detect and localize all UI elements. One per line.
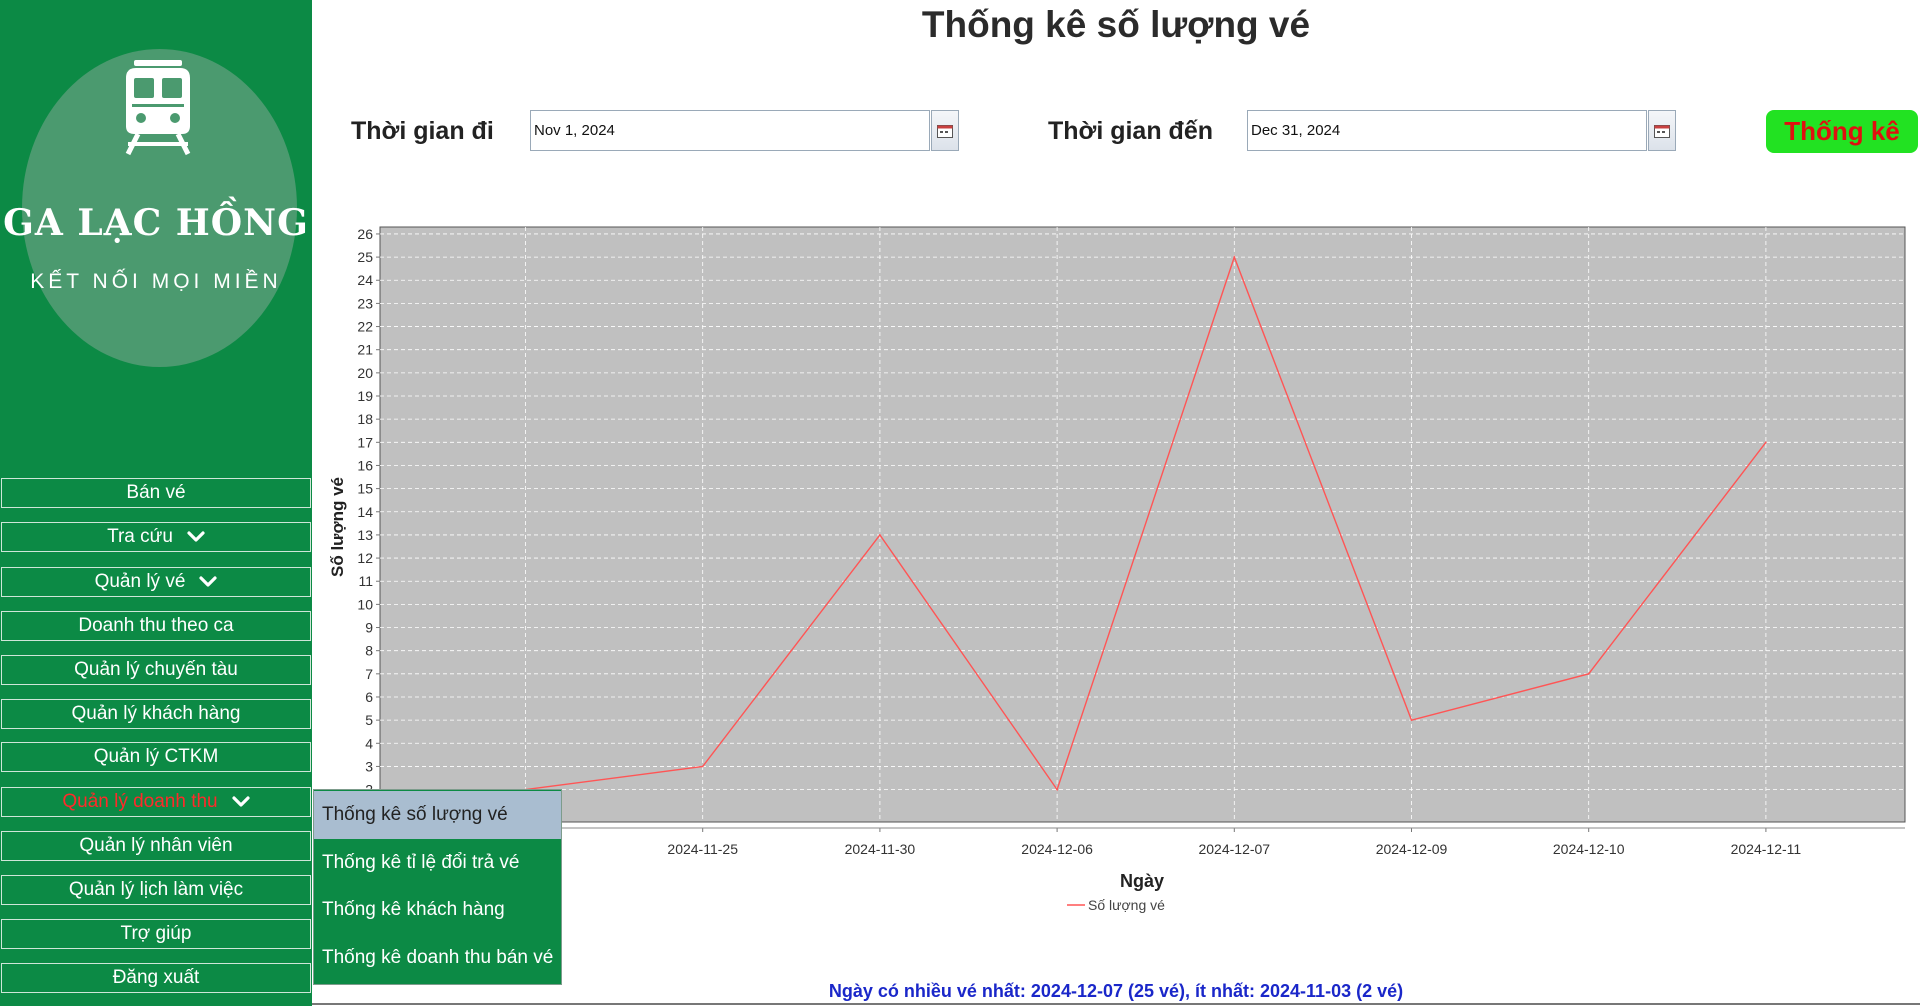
y-tick-label: 9 <box>365 620 373 636</box>
summary-note: Ngày có nhiều vé nhất: 2024-12-07 (25 vé… <box>828 981 1404 1001</box>
sidebar-menu-item[interactable]: Doanh thu theo ca <box>1 611 311 641</box>
sidebar: GA LẠC HỒNG KẾT NỐI MỌI MIỀN Bán vé Tra c… <box>0 0 312 1006</box>
stats-button[interactable]: Thống kê <box>1766 110 1918 153</box>
submenu-item[interactable]: Thống kê số lượng vé <box>314 791 561 839</box>
y-tick-label: 14 <box>357 504 373 520</box>
sidebar-menu-item[interactable]: Bán vé <box>1 478 311 508</box>
data-point <box>701 765 704 768</box>
y-tick-label: 17 <box>357 434 373 450</box>
y-tick-label: 26 <box>357 226 373 242</box>
sidebar-menu-item-label: Quản lý CTKM <box>93 746 219 767</box>
from-date-label: Thời gian đi <box>351 117 494 145</box>
y-tick-label: 19 <box>357 388 373 404</box>
to-date-calendar-button[interactable] <box>1648 110 1676 151</box>
x-tick-label: 2024-12-11 <box>1731 841 1802 857</box>
x-tick-label: 2024-12-06 <box>1021 841 1093 857</box>
data-point <box>1410 719 1413 721</box>
sidebar-menu-item[interactable]: Quản lý lịch làm việc <box>1 875 311 905</box>
x-tick-label: 2024-11-25 <box>667 841 738 857</box>
y-tick-label: 21 <box>357 342 373 358</box>
y-tick-label: 4 <box>365 735 373 751</box>
y-tick-label: 13 <box>357 527 373 543</box>
sidebar-menu-item[interactable]: Đăng xuất <box>1 963 311 993</box>
to-date-label: Thời gian đến <box>1048 117 1213 145</box>
page-title: Thống kê số lượng vé <box>921 4 1311 45</box>
submenu-item[interactable]: Thống kê khách hàng <box>314 886 561 934</box>
y-tick-label: 15 <box>357 481 373 497</box>
sidebar-menu-item[interactable]: Quản lý CTKM <box>1 742 311 772</box>
x-tick-label: 2024-12-07 <box>1198 841 1270 857</box>
sidebar-menu-item-label: Tra cứu <box>107 526 173 547</box>
chevron-down-icon <box>187 531 205 542</box>
sidebar-menu-item[interactable]: Quản lý doanh thu <box>1 787 311 817</box>
y-tick-label: 18 <box>357 411 373 427</box>
sidebar-menu-item-label: Bán vé <box>126 482 186 503</box>
sidebar-menu-item[interactable]: Tra cứu <box>1 522 311 552</box>
y-tick-label: 22 <box>357 319 373 335</box>
y-tick-label: 8 <box>365 643 373 659</box>
y-tick-label: 6 <box>365 689 373 705</box>
sidebar-menu-item-label: Đăng xuất <box>112 967 200 988</box>
train-icon <box>125 60 191 156</box>
y-tick-label: 3 <box>365 758 373 774</box>
app-window: GA LẠC HỒNG KẾT NỐI MỌI MIỀN Bán vé Tra c… <box>0 0 1920 1006</box>
to-date-input[interactable]: Dec 31, 2024 <box>1247 110 1647 151</box>
plot-area <box>379 226 1906 823</box>
sidebar-menu-item-label: Quản lý chuyến tàu <box>74 659 238 680</box>
y-axis-label: Số lượng vé <box>328 477 347 577</box>
data-point <box>1056 788 1058 791</box>
submenu-item[interactable]: Thống kê doanh thu bán vé <box>314 934 561 982</box>
calendar-icon <box>937 124 953 138</box>
sidebar-menu-item-label: Quản lý nhân viên <box>79 835 233 856</box>
y-tick-label: 20 <box>357 365 373 381</box>
y-tick-label: 7 <box>365 666 373 682</box>
sidebar-menu-item[interactable]: Quản lý vé <box>1 567 311 597</box>
sidebar-menu-item-label: Doanh thu theo ca <box>78 615 234 636</box>
y-tick-label: 10 <box>357 596 373 612</box>
x-tick-label: 2024-11-30 <box>845 841 916 857</box>
sidebar-menu-item-label: Trợ giúp <box>120 923 192 944</box>
sidebar-menu-item-label: Quản lý lịch làm việc <box>68 879 244 900</box>
y-tick-label: 12 <box>357 550 373 566</box>
legend-label: Số lượng vé <box>1088 897 1165 913</box>
sidebar-menu-item-label: Quản lý khách hàng <box>71 703 241 724</box>
data-point <box>879 534 881 536</box>
y-tick-label: 23 <box>357 295 373 311</box>
from-date-calendar-button[interactable] <box>931 110 959 151</box>
brand-name: GA LẠC HỒNG <box>3 202 309 244</box>
brand-slogan: KẾT NỐI MỌI MIỀN <box>30 270 282 293</box>
y-tick-label: 24 <box>357 272 373 288</box>
y-tick-label: 16 <box>357 457 373 473</box>
revenue-submenu: Thống kê số lượng vé Thống kê tỉ lệ đổi t… <box>313 789 562 985</box>
sidebar-menu-item[interactable]: Quản lý chuyến tàu <box>1 655 311 685</box>
from-date-input[interactable]: Nov 1, 2024 <box>530 110 930 151</box>
chevron-down-icon <box>199 576 218 587</box>
y-tick-label: 5 <box>365 712 373 728</box>
calendar-icon <box>1654 124 1670 138</box>
sidebar-menu-item[interactable]: Trợ giúp <box>1 919 311 949</box>
data-point <box>1587 673 1590 675</box>
sidebar-menu-item-label: Quản lý vé <box>94 571 186 592</box>
y-tick-label: 25 <box>357 249 373 265</box>
sidebar-menu-item[interactable]: Quản lý nhân viên <box>1 831 311 861</box>
x-tick-label: 2024-12-10 <box>1553 841 1625 857</box>
y-tick-label: 11 <box>358 573 373 589</box>
bottom-divider <box>312 1003 1920 1005</box>
x-axis-label: Ngày <box>1120 871 1164 891</box>
data-point <box>1765 441 1767 444</box>
sidebar-menu-item[interactable]: Quản lý khách hàng <box>1 699 311 729</box>
data-point <box>1233 256 1236 258</box>
sidebar-menu-item-label: Quản lý doanh thu <box>62 791 218 812</box>
x-tick-label: 2024-12-09 <box>1376 841 1448 857</box>
submenu-item[interactable]: Thống kê tỉ lệ đổi trả vé <box>314 839 561 887</box>
chevron-down-icon <box>232 796 250 807</box>
